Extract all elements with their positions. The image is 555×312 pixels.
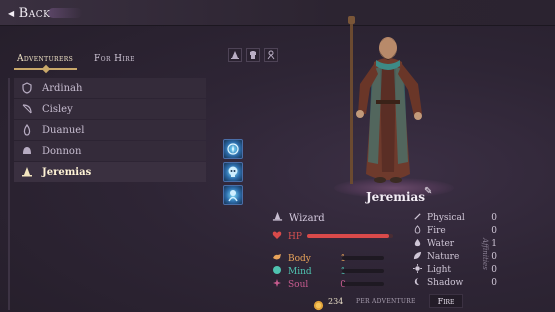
sword-icon (413, 212, 422, 224)
adventurer-name: Ardinah (42, 82, 83, 94)
affinity-value: 0 (491, 278, 497, 288)
skull-skill-icon[interactable] (223, 162, 243, 182)
stat-label: Mind (288, 266, 312, 277)
affinity-label: Shadow (427, 278, 464, 288)
spirit-skill-icon[interactable] (223, 185, 243, 205)
affinity-label: Fire (427, 226, 446, 236)
hp-bar (307, 234, 393, 238)
fire-button[interactable]: Fire (429, 294, 463, 308)
person-filter-icon[interactable] (264, 48, 278, 62)
affinity-fire: Fire 0 (413, 225, 497, 237)
adventurer-name: Jeremias (42, 166, 92, 178)
stat-label: Body (288, 253, 311, 264)
character-name: Jeremias (366, 190, 426, 204)
class-filters (228, 48, 278, 62)
list-item-cisley[interactable]: Cisley (14, 99, 206, 119)
adventurer-name: Cisley (42, 103, 73, 115)
hp-bar-fill (307, 234, 389, 238)
stat-body: Body 1 (272, 252, 346, 265)
tab-for-hire[interactable]: For Hire (94, 54, 135, 64)
hp-label: HP (288, 231, 302, 242)
list-item-ardinah[interactable]: Ardinah (14, 78, 206, 98)
gold-coin-icon (313, 296, 324, 312)
body-bar (342, 256, 384, 260)
back-arrow-icon: ◀ (8, 8, 15, 18)
water-drop-icon (413, 238, 422, 250)
affinity-physical: Physical 0 (413, 212, 497, 224)
affinities-section-label: Affinities (481, 238, 489, 270)
adventurer-name: Duanuel (42, 124, 85, 136)
wizard-hat-icon (272, 211, 283, 225)
fee-amount: 234 (328, 297, 344, 306)
soul-bar (342, 282, 384, 286)
affinity-label: Light (427, 265, 452, 275)
affinity-label: Physical (427, 213, 465, 223)
tab-adventurers[interactable]: Adventurers (17, 54, 73, 64)
per-adventure-label: PER ADVENTURE (356, 298, 416, 305)
stat-mind: Mind 1 (272, 265, 346, 278)
leaf-icon (413, 251, 422, 263)
stat-label: Soul (288, 279, 309, 290)
wizard-hat-filter-icon[interactable] (228, 48, 242, 62)
flame-icon (20, 123, 34, 137)
affinity-label: Nature (427, 252, 460, 262)
affinity-value: 0 (491, 213, 497, 223)
body-icon (272, 252, 282, 265)
list-item-donnon[interactable]: Donnon (14, 141, 206, 161)
class-label: Wizard (289, 212, 325, 224)
compass-skill-icon[interactable] (223, 139, 243, 159)
list-item-duanuel[interactable]: Duanuel (14, 120, 206, 140)
wizard-character-model (348, 16, 422, 184)
shield-icon (20, 81, 34, 95)
helmet-icon (20, 144, 34, 158)
back-button[interactable]: ◀ Back (8, 5, 50, 21)
affinity-shadow: Shadow 0 (413, 277, 497, 289)
stat-soul: Soul 0 (272, 278, 346, 291)
edit-name-icon[interactable]: ✎ (424, 186, 432, 197)
sun-icon (413, 264, 422, 276)
bow-icon (20, 102, 34, 116)
list-rail (8, 78, 10, 310)
affinity-label: Water (427, 239, 455, 249)
soul-icon (272, 278, 282, 291)
adventurer-name: Donnon (42, 145, 82, 157)
heart-icon (272, 230, 282, 243)
mind-bar (342, 269, 384, 273)
fire-icon (413, 225, 422, 237)
character-class: Wizard (272, 211, 325, 225)
back-label: Back (18, 5, 51, 21)
list-item-jeremias[interactable]: Jeremias (14, 162, 206, 182)
top-bar (0, 0, 555, 26)
adventurer-list: Ardinah Cisley Duanuel Donnon Jeremias (14, 78, 206, 183)
hp-row: HP (272, 230, 302, 243)
armor-filter-icon[interactable] (246, 48, 260, 62)
affinity-value: 0 (491, 226, 497, 236)
mind-icon (272, 265, 282, 278)
wizard-hat-icon (20, 165, 34, 179)
moon-icon (413, 277, 422, 289)
back-glow (48, 8, 82, 18)
